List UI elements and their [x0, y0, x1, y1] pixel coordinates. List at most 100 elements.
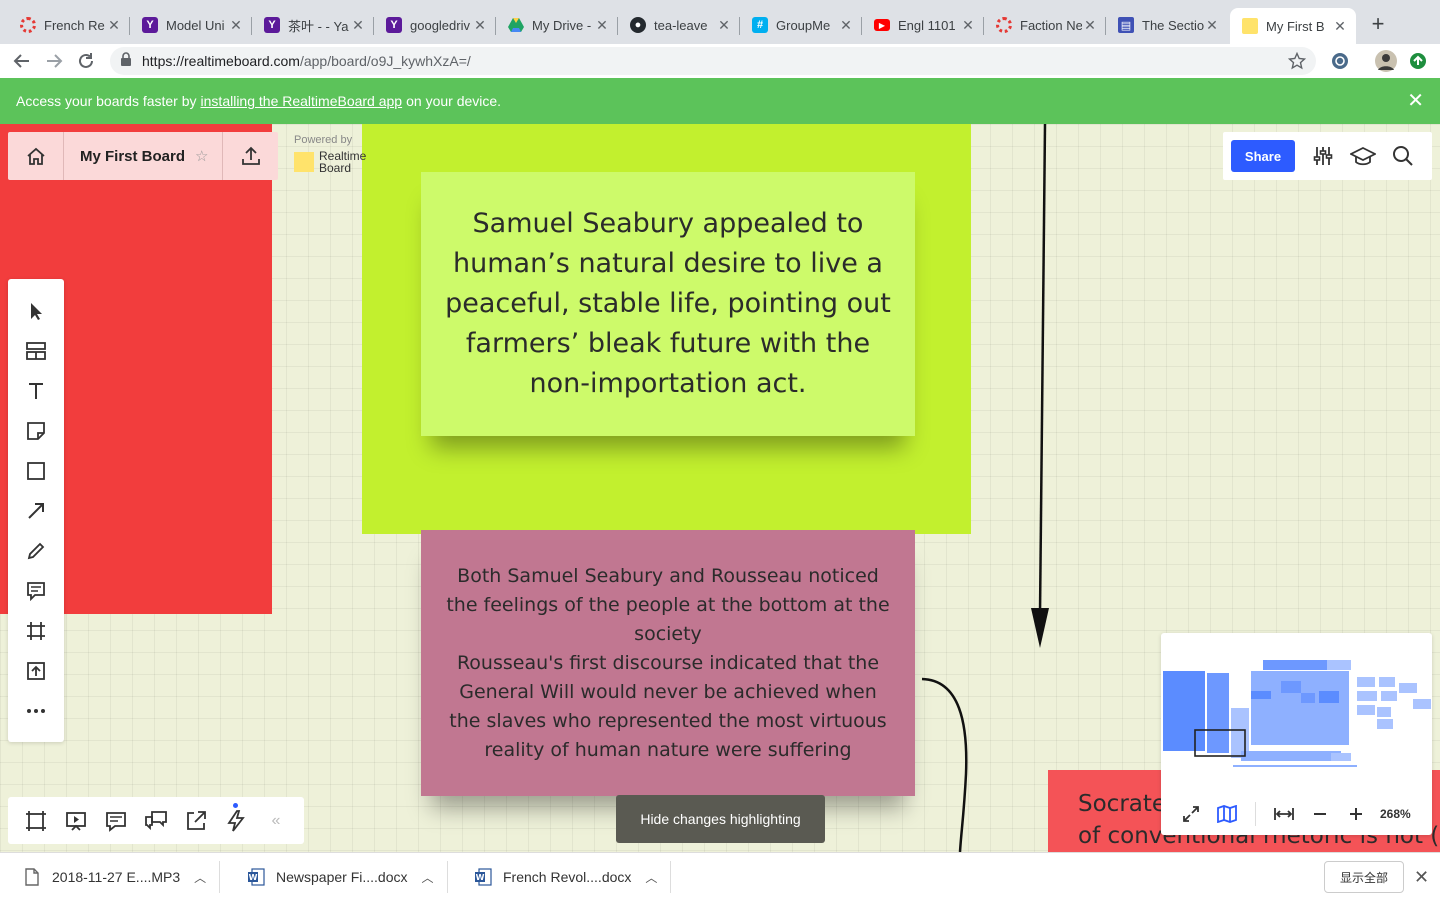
minimap-view[interactable] [1161, 633, 1432, 783]
cursor-icon [31, 303, 42, 320]
close-tab-icon[interactable]: ✕ [716, 17, 732, 34]
comments-button[interactable] [96, 801, 136, 841]
browser-tab[interactable]: ▶ Engl 1101 ✕ [862, 8, 984, 42]
banner-text-suffix: on your device. [406, 93, 502, 109]
fullscreen-icon[interactable] [1173, 796, 1209, 832]
svg-text:W: W [249, 873, 258, 882]
share-screen-button[interactable] [176, 801, 216, 841]
search-icon[interactable] [1383, 136, 1423, 176]
zoom-out-icon[interactable] [1302, 796, 1338, 832]
browser-tab[interactable]: ● tea-leave ✕ [618, 8, 740, 42]
comment-tool[interactable] [8, 571, 64, 611]
browser-tab[interactable]: Y 茶叶 - - Ya ✕ [252, 8, 374, 42]
close-banner-icon[interactable]: ✕ [1407, 91, 1424, 111]
google-drive-icon [508, 17, 524, 33]
share-button[interactable]: Share [1231, 140, 1295, 172]
frames-button[interactable] [16, 801, 56, 841]
word-doc-icon: W [473, 866, 493, 888]
browser-tab-active[interactable]: My First B ✕ [1230, 8, 1356, 44]
templates-tool[interactable] [8, 331, 64, 371]
address-bar[interactable]: https://realtimeboard.com/app/board/o9J_… [110, 47, 1316, 75]
close-tab-icon[interactable]: ✕ [1332, 18, 1348, 35]
select-tool[interactable] [8, 291, 64, 331]
browser-tab[interactable]: My Drive - ✕ [496, 8, 618, 42]
text-tool[interactable] [8, 371, 64, 411]
realtimeboard-logo: Realtime Board [294, 150, 366, 174]
export-button[interactable] [222, 132, 278, 180]
download-item[interactable]: 2018-11-27 E....MP3 ︿ [22, 853, 221, 901]
reload-button[interactable] [74, 49, 98, 73]
show-all-downloads-button[interactable]: 显示全部 [1324, 861, 1404, 893]
update-icon[interactable] [1406, 49, 1430, 73]
home-button[interactable] [8, 132, 64, 180]
board-name[interactable]: My First Board [64, 148, 185, 165]
collapse-toolbar-icon[interactable]: « [256, 801, 296, 841]
download-item[interactable]: W Newspaper Fi....docx ︿ [246, 853, 448, 901]
back-button[interactable] [10, 49, 34, 73]
shape-tool[interactable] [8, 451, 64, 491]
settings-sliders-icon[interactable] [1303, 136, 1343, 176]
extension-icon[interactable] [1328, 49, 1352, 73]
tool-palette [8, 279, 64, 742]
browser-tab[interactable]: ▤ The Sectio ✕ [1106, 8, 1228, 42]
browser-tab[interactable]: Faction Ne ✕ [984, 8, 1106, 42]
frame-tool[interactable] [8, 611, 64, 651]
connector-tool[interactable] [8, 491, 64, 531]
download-item[interactable]: W French Revol....docx ︿ [473, 853, 672, 901]
zoom-in-icon[interactable] [1338, 796, 1374, 832]
file-icon [22, 866, 42, 888]
yahoo-icon: Y [142, 17, 158, 33]
board-canvas[interactable]: Samuel Seabury appealed to human’s natur… [0, 124, 1440, 852]
close-shelf-icon[interactable]: ✕ [1414, 867, 1429, 888]
bottom-toolbar: « [8, 797, 304, 844]
browser-tab[interactable]: Y googledriv ✕ [374, 8, 496, 42]
install-app-link[interactable]: installing the RealtimeBoard app [201, 93, 403, 109]
chat-button[interactable] [136, 801, 176, 841]
close-tab-icon[interactable]: ✕ [1204, 17, 1220, 34]
chevron-up-icon[interactable]: ︿ [194, 869, 206, 886]
upload-tool[interactable] [8, 651, 64, 691]
close-tab-icon[interactable]: ✕ [106, 17, 122, 34]
bookmark-star-icon[interactable] [1287, 51, 1307, 75]
chevron-up-icon[interactable]: ︿ [645, 869, 657, 886]
fit-width-icon[interactable] [1266, 796, 1302, 832]
presentation-button[interactable] [56, 801, 96, 841]
arrow-right-icon [47, 54, 63, 68]
more-tools-button[interactable] [8, 691, 64, 731]
pen-tool[interactable] [8, 531, 64, 571]
sticky-note-tool[interactable] [8, 411, 64, 451]
zoom-level[interactable]: 268% [1380, 807, 1411, 821]
profile-avatar[interactable] [1374, 49, 1398, 73]
url-text: https://realtimeboard.com/app/board/o9J_… [142, 53, 471, 69]
close-tab-icon[interactable]: ✕ [228, 17, 244, 34]
hide-changes-button[interactable]: Hide changes highlighting [616, 795, 825, 843]
browser-tab[interactable]: French Re ✕ [8, 8, 130, 42]
forward-button[interactable] [42, 49, 66, 73]
close-tab-icon[interactable]: ✕ [838, 17, 854, 34]
upload-icon [241, 146, 260, 165]
chat-icon [145, 810, 167, 830]
minimap[interactable]: 268% [1161, 633, 1432, 835]
close-tab-icon[interactable]: ✕ [472, 17, 488, 34]
download-name: Newspaper Fi....docx [276, 869, 408, 885]
browser-tab[interactable]: # GroupMe ✕ [740, 8, 862, 42]
activity-button[interactable] [216, 801, 256, 841]
home-icon [26, 147, 45, 165]
download-name: 2018-11-27 E....MP3 [52, 869, 181, 885]
chevron-up-icon[interactable]: ︿ [422, 869, 434, 886]
browser-tab[interactable]: Y Model Uni ✕ [130, 8, 252, 42]
map-toggle-icon[interactable] [1209, 796, 1245, 832]
lock-icon [120, 51, 132, 71]
favorite-star-icon[interactable]: ☆ [195, 147, 208, 165]
close-tab-icon[interactable]: ✕ [1082, 17, 1098, 34]
close-tab-icon[interactable]: ✕ [594, 17, 610, 34]
yahoo-icon: Y [386, 17, 402, 33]
presentation-icon [66, 811, 86, 831]
close-tab-icon[interactable]: ✕ [960, 17, 976, 34]
close-tab-icon[interactable]: ✕ [350, 17, 366, 34]
notification-dot [233, 802, 238, 808]
lightning-icon [227, 809, 245, 832]
learning-cap-icon[interactable] [1343, 136, 1383, 176]
new-tab-button[interactable]: + [1366, 12, 1390, 36]
frame-icon [26, 810, 46, 831]
